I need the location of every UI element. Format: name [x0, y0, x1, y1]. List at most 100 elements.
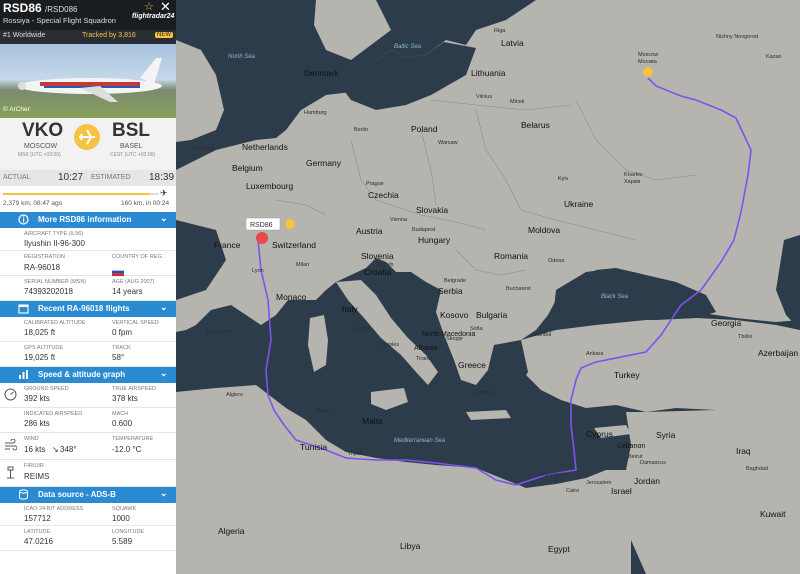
- city-jerusalem: Jerusalem: [586, 480, 612, 486]
- city-damascus: Damascus: [640, 460, 666, 466]
- destination-marker[interactable]: [285, 219, 295, 229]
- label-georgia: Georgia: [711, 318, 742, 328]
- more-info-section[interactable]: More RSD86 information ⌄: [0, 212, 176, 228]
- recent-flights-section[interactable]: Recent RA-96018 flights ⌄: [0, 301, 176, 317]
- ground-speed-label: GROUND SPEED: [24, 386, 69, 392]
- label-turkey: Turkey: [614, 370, 640, 380]
- tracking-bar: #1 Worldwide Tracked by 3,816 NEW: [0, 30, 176, 44]
- label-albania: Albania: [414, 345, 437, 352]
- label-monaco: Monaco: [276, 292, 307, 302]
- city-london: London: [196, 146, 214, 152]
- wind-arrow-icon: ↘: [52, 445, 59, 454]
- progress-fill: [3, 193, 150, 195]
- true-airspeed: 378 kts: [112, 394, 138, 403]
- label-belarus: Belarus: [521, 120, 550, 130]
- flight-tag[interactable]: RSD86: [250, 222, 273, 229]
- label-tunisia: Tunisia: [300, 442, 327, 452]
- city-milan: Milan: [296, 262, 309, 268]
- aircraft-marker[interactable]: [256, 232, 268, 244]
- latitude: 47.0216: [24, 537, 53, 546]
- city-belgrade: Belgrade: [444, 278, 466, 284]
- star-icon[interactable]: ☆: [144, 0, 154, 13]
- label-bulgaria: Bulgaria: [476, 310, 507, 320]
- city-zagreb: Zagreb: [376, 262, 393, 268]
- label-syria: Syria: [656, 430, 676, 440]
- ground-speed: 392 kts: [24, 394, 50, 403]
- serial-row: SERIAL NUMBER (MSN) 74393202018 AGE (AUG…: [0, 276, 176, 301]
- label-switzerland: Switzerland: [272, 240, 316, 250]
- aircraft-photo[interactable]: © ArCher: [0, 44, 176, 118]
- origin-city: MOSCOW: [24, 143, 58, 150]
- label-lithuania: Lithuania: [471, 68, 506, 78]
- black-sea-label: Black Sea: [601, 294, 629, 300]
- mach-label: MACH: [112, 411, 129, 417]
- city-algiers: Algiers: [226, 392, 243, 398]
- callsign-alt: /RSD086: [45, 5, 78, 14]
- wind-icon: [5, 439, 17, 451]
- city-kharkiv: Kharkiv: [624, 172, 643, 178]
- gps-alt-row: GPS ALTITUDE 19,025 ft TRACK 58°: [0, 342, 176, 367]
- flight-map[interactable]: RSD86 North Sea Baltic Sea Black Sea Med…: [176, 0, 800, 574]
- city-ankara: Ankara: [586, 351, 604, 357]
- city-naples: Naples: [382, 342, 399, 348]
- estimated-label: ESTIMATED: [91, 174, 131, 181]
- label-poland: Poland: [411, 124, 438, 134]
- label-austria: Austria: [356, 226, 383, 236]
- destination-timezone: CEST (UTC +02:00): [110, 152, 156, 158]
- callsign: RSD86 /RSD086: [3, 1, 78, 15]
- close-icon[interactable]: ✕: [160, 0, 171, 15]
- estimated-time: 18:39: [149, 172, 175, 183]
- city-minsk: Minsk: [510, 99, 525, 105]
- chart-icon: [19, 370, 28, 379]
- route-section: VKO BSL MOSCOW BASEL MSK (UTC +03:00) CE…: [0, 118, 176, 170]
- icao-label: ICAO 24-BIT ADDRESS: [24, 506, 84, 512]
- label-egypt: Egypt: [548, 544, 570, 554]
- label-greece: Greece: [458, 360, 486, 370]
- city-kyiv: Kyiv: [558, 176, 569, 182]
- track: 58°: [112, 353, 125, 362]
- label-algeria: Algeria: [218, 526, 245, 536]
- aircraft-type-row: AIRCRAFT TYPE (IL96) Ilyushin Il-96-300: [0, 228, 176, 251]
- data-source-title: Data source - ADS-B: [38, 490, 116, 499]
- destination-code[interactable]: BSL: [112, 120, 150, 142]
- wind-row: WIND 16 kts ↘ 348° TEMPERATURE -12.0 °C: [0, 433, 176, 460]
- squawk-label: SQUAWK: [112, 506, 137, 512]
- origin-marker[interactable]: [643, 67, 653, 77]
- fir-label: FIR/UIR: [24, 463, 44, 469]
- longitude-label: LONGITUDE: [112, 529, 145, 535]
- plane-icon: [74, 124, 100, 150]
- temperature: -12.0 °C: [112, 445, 142, 454]
- russia-flag-icon: [111, 263, 125, 276]
- wind-direction: 348°: [60, 445, 77, 454]
- times-row: ACTUAL 10:27 ESTIMATED 18:39: [0, 170, 176, 186]
- speed-altitude-section[interactable]: Speed & altitude graph ⌄: [0, 367, 176, 383]
- icao-row: ICAO 24-BIT ADDRESS 157712 SQUAWK 1000: [0, 503, 176, 526]
- label-italy: Italy: [342, 304, 358, 314]
- age: 14 years: [112, 287, 143, 296]
- photo-credit: © ArCher: [3, 106, 30, 113]
- city-odesa: Odesa: [548, 258, 565, 264]
- label-serbia: Serbia: [438, 286, 463, 296]
- gps-alt: 19,025 ft: [24, 353, 56, 362]
- latitude-label: LATITUDE: [24, 529, 51, 535]
- origin-code[interactable]: VKO: [22, 120, 63, 142]
- squawk: 1000: [112, 514, 130, 523]
- label-denmark: Denmark: [304, 68, 339, 78]
- progress-track: [3, 193, 159, 195]
- city-budapest: Budapest: [412, 227, 436, 233]
- data-source-section[interactable]: Data source - ADS-B ⌄: [0, 487, 176, 503]
- recent-flights-title: Recent RA-96018 flights: [38, 304, 130, 313]
- vspeed-label: VERTICAL SPEED: [112, 320, 159, 326]
- label-jordan: Jordan: [634, 476, 660, 486]
- city-barcelona: Barcelona: [206, 329, 232, 335]
- age-label: AGE (AUG 2007): [112, 279, 155, 285]
- origin-timezone: MSK (UTC +03:00): [18, 152, 61, 158]
- city-rome: Rome: [356, 326, 371, 332]
- label-germany: Germany: [306, 158, 342, 168]
- wind-label: WIND: [24, 436, 39, 442]
- temp-label: TEMPERATURE: [112, 436, 154, 442]
- chevron-icon: ⌄: [160, 368, 168, 378]
- label-croatia: Croatia: [364, 267, 392, 277]
- city-moskva: Москва: [638, 59, 658, 65]
- calendar-icon: [18, 304, 29, 314]
